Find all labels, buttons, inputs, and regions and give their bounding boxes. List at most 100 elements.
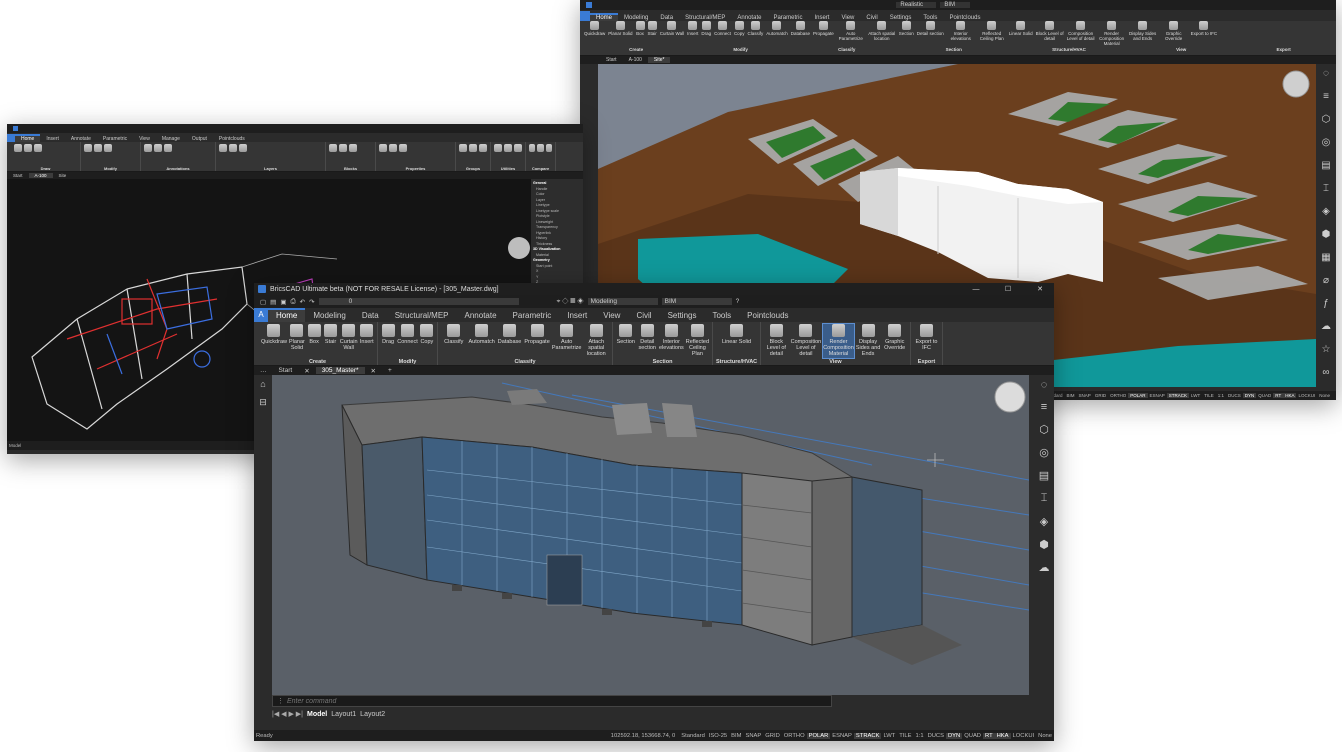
classify-button[interactable]: Classify <box>441 324 467 358</box>
tool-icon[interactable] <box>469 144 477 152</box>
status-1-1[interactable]: 1:1 <box>1216 393 1226 398</box>
tab-home[interactable]: Home <box>268 308 306 322</box>
status-strack[interactable]: STRACK <box>1166 393 1190 398</box>
tab-structural-mep[interactable]: Structural/MEP <box>387 310 457 322</box>
detail-section-button[interactable]: Detail section <box>917 21 944 47</box>
tab-pointclouds[interactable]: Pointclouds <box>739 310 796 322</box>
tab-parametric[interactable]: Parametric <box>505 310 560 322</box>
layout-tab-model[interactable]: Model <box>9 443 21 448</box>
status-none[interactable]: None <box>1036 733 1054 739</box>
tab-civil[interactable]: Civil <box>628 310 659 322</box>
cloud-icon[interactable]: ☁ <box>1321 321 1331 332</box>
propagate-button[interactable]: Propagate <box>524 324 550 358</box>
tool-icon[interactable] <box>349 144 357 152</box>
tool-icon[interactable] <box>537 144 544 152</box>
grid-icon[interactable]: ▦ <box>1321 252 1330 263</box>
cube-icon[interactable]: ⬢ <box>1322 229 1331 240</box>
insert-button[interactable]: Insert <box>687 21 698 47</box>
status-quad[interactable]: QUAD <box>962 733 983 739</box>
graphic-override-button[interactable]: Graphic Override <box>882 324 907 358</box>
close-tab-icon[interactable]: ✕ <box>298 367 315 375</box>
render-composition-material-button[interactable]: Render Composition Material <box>822 323 855 359</box>
status-dyn[interactable]: DYN <box>1242 393 1257 398</box>
tool-icon[interactable] <box>329 144 337 152</box>
status-rt[interactable]: RT <box>983 732 995 739</box>
stair-button[interactable]: Stair <box>323 324 338 358</box>
attach-spatial-location-button[interactable]: Attach spatial location <box>584 324 610 358</box>
status-snap[interactable]: SNAP <box>1077 393 1093 398</box>
status-iso-25[interactable]: ISO-25 <box>707 733 729 739</box>
tool-icon[interactable] <box>504 144 512 152</box>
export-to-ifc-button[interactable]: Export to IFC <box>1191 21 1217 47</box>
home-icon[interactable]: ⌂ <box>260 379 265 389</box>
beam-icon[interactable]: ⌶ <box>1041 492 1048 505</box>
link-icon[interactable]: ∞ <box>1322 367 1329 378</box>
box-button[interactable]: Box <box>307 324 321 358</box>
tool-icon[interactable] <box>479 144 487 152</box>
tool-icon[interactable] <box>399 144 407 152</box>
close-tab-icon[interactable]: ✕ <box>365 367 382 375</box>
tool-icon[interactable] <box>14 144 22 152</box>
graphic-override-button[interactable]: Graphic Override <box>1160 21 1188 47</box>
tab-view[interactable]: View <box>595 310 628 322</box>
tool-icon[interactable] <box>154 144 162 152</box>
close-button[interactable]: ✕ <box>1026 285 1054 293</box>
database-button[interactable]: Database <box>497 324 523 358</box>
status-1-1[interactable]: 1:1 <box>914 733 926 739</box>
status-polar[interactable]: POLAR <box>1128 393 1148 398</box>
tool-icon[interactable] <box>494 144 502 152</box>
target-icon[interactable]: ◎ <box>1039 446 1049 459</box>
block-level-of-detail-button[interactable]: Block Level of detail <box>1036 21 1064 47</box>
beam-icon[interactable]: ⌶ <box>1323 183 1329 194</box>
quickdraw-button[interactable]: Quickdraw <box>261 324 287 358</box>
clip-icon[interactable]: ⌀ <box>1323 275 1329 286</box>
automatch-button[interactable]: Automatch <box>469 324 495 358</box>
tool-icon[interactable] <box>239 144 247 152</box>
propagate-button[interactable]: Propagate <box>813 21 834 47</box>
doc-tab-a-100[interactable]: A-100 <box>28 173 53 178</box>
status-tile[interactable]: TILE <box>1202 393 1216 398</box>
status-lwt[interactable]: LWT <box>1189 393 1202 398</box>
tool-icon[interactable] <box>529 144 536 152</box>
status-ducs[interactable]: DUCS <box>926 733 946 739</box>
section-button[interactable]: Section <box>616 324 636 358</box>
visual-style-select[interactable]: Modeling <box>587 298 658 305</box>
status-lockui[interactable]: LOCKUI <box>1296 393 1317 398</box>
lightbulb-icon[interactable]: ◌ <box>1323 68 1329 79</box>
display-sides-and-ends-button[interactable]: Display Sides and Ends <box>856 324 881 358</box>
tab-modeling[interactable]: Modeling <box>305 310 353 322</box>
layout-nav-icons[interactable]: |◀ ◀ ▶ ▶| <box>272 710 303 718</box>
open-icon[interactable]: ▤ <box>270 298 276 306</box>
export-to-ifc-button[interactable]: Export to IFC <box>914 324 939 358</box>
connect-button[interactable]: Connect <box>714 21 731 47</box>
reflected-ceiling-plan-button[interactable]: Reflected Ceiling Plan <box>978 21 1006 47</box>
section-button[interactable]: Section <box>899 21 914 47</box>
detail-section-button[interactable]: Detail section <box>638 324 658 358</box>
status-grid[interactable]: GRID <box>763 733 782 739</box>
copy-button[interactable]: Copy <box>734 21 744 47</box>
tab-home[interactable]: Home <box>590 13 619 21</box>
status-quad[interactable]: QUAD <box>1256 393 1273 398</box>
sliders-icon[interactable]: ≡ <box>1323 91 1329 102</box>
layer-select[interactable]: 0 <box>318 298 519 305</box>
minimize-button[interactable]: — <box>962 286 990 293</box>
status-ortho[interactable]: ORTHO <box>1108 393 1128 398</box>
doc-tab-start[interactable]: Start <box>7 173 29 178</box>
layout-tab-model[interactable]: Model <box>307 711 327 718</box>
structure-icon[interactable]: ⊟ <box>259 397 267 408</box>
tab-home[interactable]: Home <box>15 134 41 142</box>
undo-icon[interactable]: ↶ <box>300 298 305 306</box>
lightbulb-icon[interactable]: ◌ <box>1041 379 1048 391</box>
status-ducs[interactable]: DUCS <box>1226 393 1243 398</box>
interior-elevations-button[interactable]: Interior elevations <box>659 324 684 358</box>
shield-icon[interactable]: ⬡ <box>1039 423 1049 436</box>
linear-solid-button[interactable]: Linear Solid <box>716 324 757 358</box>
stack-icon[interactable]: ◈ <box>1322 206 1330 217</box>
doc-tab-site[interactable]: Site <box>53 173 73 178</box>
tool-icon[interactable] <box>514 144 522 152</box>
copy-button[interactable]: Copy <box>420 324 434 358</box>
layers-icon[interactable]: ▤ <box>1039 469 1049 482</box>
help-icon[interactable]: ? <box>736 298 740 305</box>
status-bim[interactable]: BIM <box>1065 393 1077 398</box>
interior-elevations-button[interactable]: Interior elevations <box>947 21 975 47</box>
